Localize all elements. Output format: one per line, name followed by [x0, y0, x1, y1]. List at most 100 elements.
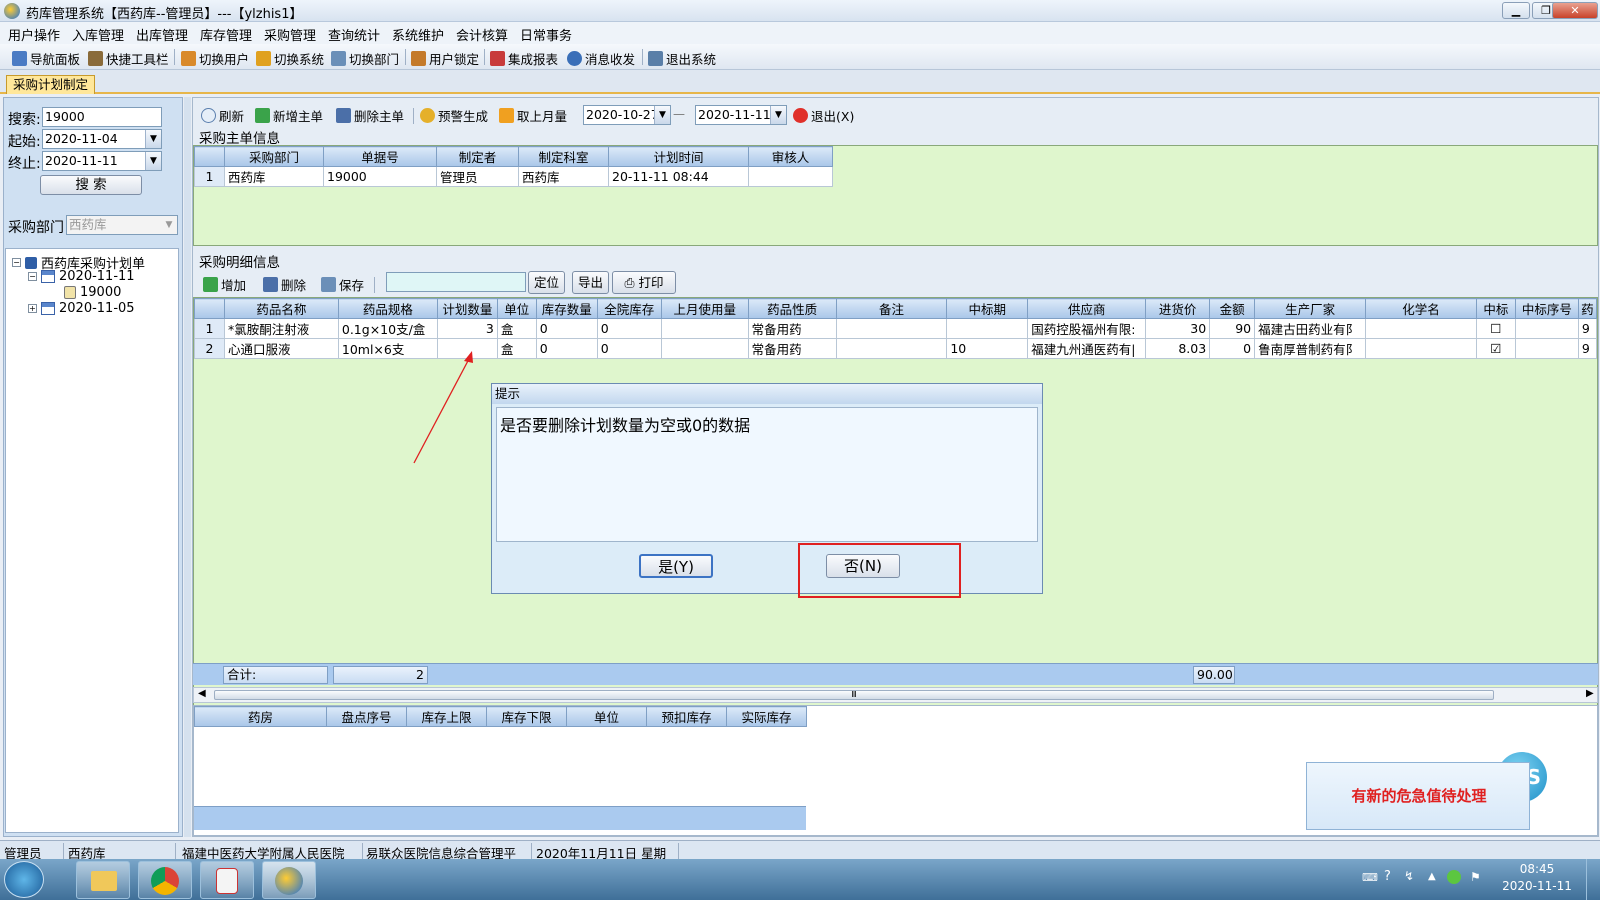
switch-user-button[interactable]: 切换用户: [181, 49, 249, 68]
switch-system-button[interactable]: 切换系统: [256, 49, 324, 68]
clock[interactable]: 08:45 2020-11-11: [1502, 861, 1572, 895]
explorer-taskbar-icon[interactable]: [76, 861, 130, 899]
exit-button[interactable]: 退出(X): [793, 106, 854, 125]
column-header[interactable]: 中标: [1475, 298, 1516, 319]
checkbox[interactable]: ☑: [1475, 338, 1516, 359]
column-header[interactable]: 计划数量: [436, 298, 498, 319]
add-row-button[interactable]: 增加: [203, 275, 246, 294]
network-icon[interactable]: ↯: [1404, 869, 1414, 883]
scroll-thumb[interactable]: Ⅲ: [214, 690, 1494, 700]
menu-outbound[interactable]: 出库管理: [136, 25, 188, 44]
column-header[interactable]: 计划时间: [608, 146, 749, 167]
warning-generate-button[interactable]: 预警生成: [420, 106, 488, 125]
table-row[interactable]: 1 *氯胺酮注射液 0.1g×10支/盒 3 盒 0 0 常备用药 国药控股福州…: [194, 318, 1597, 339]
yes-button[interactable]: 是(Y): [639, 554, 713, 578]
menu-accounting[interactable]: 会计核算: [456, 25, 508, 44]
table-row[interactable]: 1 西药库 19000 管理员 西药库 20-11-11 08:44: [194, 166, 833, 187]
date-to-picker[interactable]: 2020-11-11 ▼: [695, 105, 787, 125]
switch-dept-button[interactable]: 切换部门: [331, 49, 399, 68]
column-header[interactable]: 金额: [1209, 298, 1256, 319]
start-button[interactable]: [4, 861, 44, 898]
column-header[interactable]: 单位: [496, 298, 537, 319]
tree-node-doc[interactable]: 19000: [64, 285, 121, 300]
scroll-left-icon[interactable]: ◀: [198, 688, 206, 699]
column-header[interactable]: 库存上限: [406, 706, 487, 727]
show-hidden-icon[interactable]: ▲: [1428, 871, 1436, 882]
end-date-picker[interactable]: 2020-11-11 ▼: [42, 151, 162, 171]
menu-user-ops[interactable]: 用户操作: [8, 25, 60, 44]
menu-query[interactable]: 查询统计: [328, 25, 380, 44]
column-header[interactable]: 预扣库存: [646, 706, 727, 727]
column-header[interactable]: 实际库存: [726, 706, 807, 727]
tree-node-date[interactable]: +2020-11-05: [28, 301, 135, 316]
tree-node-date[interactable]: −2020-11-11: [28, 269, 135, 284]
search-button[interactable]: 搜 索: [40, 175, 142, 195]
menu-inbound[interactable]: 入库管理: [72, 25, 124, 44]
report-button[interactable]: 集成报表: [490, 49, 558, 68]
column-header[interactable]: 化学名: [1365, 298, 1477, 319]
search-input[interactable]: 19000: [42, 107, 162, 127]
column-header[interactable]: 制定科室: [518, 146, 609, 167]
delete-order-button[interactable]: 删除主单: [336, 106, 404, 125]
column-header[interactable]: 中标序号: [1514, 298, 1579, 319]
chrome-taskbar-icon[interactable]: [138, 861, 192, 899]
print-button[interactable]: ⎙ 打印: [612, 271, 676, 294]
refresh-button[interactable]: 刷新: [201, 106, 244, 125]
dept-select[interactable]: 西药库 ▼: [66, 215, 178, 235]
flag-icon[interactable]: ⚑: [1470, 870, 1481, 884]
scroll-right-icon[interactable]: ▶: [1586, 688, 1594, 699]
column-header[interactable]: 药品性质: [747, 298, 837, 319]
column-header[interactable]: 药品规格: [337, 298, 438, 319]
export-button[interactable]: 导出: [572, 271, 609, 294]
minimize-button[interactable]: ▁: [1502, 2, 1530, 19]
column-header[interactable]: 供应商: [1027, 298, 1147, 319]
column-header[interactable]: 生产厂家: [1254, 298, 1367, 319]
column-header[interactable]: 进货价: [1145, 298, 1211, 319]
menu-daily[interactable]: 日常事务: [520, 25, 572, 44]
pharmacy-app-taskbar-icon[interactable]: [262, 861, 316, 899]
message-button[interactable]: 消息收发: [567, 49, 635, 68]
exit-system-button[interactable]: 退出系统: [648, 49, 716, 68]
critical-value-notification[interactable]: 有新的危急值待处理: [1306, 762, 1530, 830]
tab-purchase-plan[interactable]: 采购计划制定: [6, 75, 96, 94]
user-lock-button[interactable]: 用户锁定: [411, 49, 479, 68]
help-icon[interactable]: ?: [1384, 869, 1391, 884]
collapse-icon[interactable]: −: [12, 258, 21, 267]
chevron-down-icon[interactable]: ▼: [145, 130, 161, 148]
column-header[interactable]: 上月使用量: [660, 298, 749, 319]
quick-toolbar-button[interactable]: 快捷工具栏: [88, 49, 169, 68]
panel-splitter[interactable]: [184, 97, 191, 837]
column-header[interactable]: 制定者: [436, 146, 519, 167]
nav-panel-button[interactable]: 导航面板: [12, 49, 80, 68]
column-header[interactable]: 采购部门: [224, 146, 324, 167]
column-header[interactable]: 库存下限: [486, 706, 567, 727]
last-month-button[interactable]: 取上月量: [499, 106, 567, 125]
show-desktop-button[interactable]: [1586, 859, 1600, 900]
horizontal-scrollbar[interactable]: ◀ Ⅲ ▶: [193, 687, 1598, 703]
column-header[interactable]: 备注: [835, 298, 948, 319]
column-header[interactable]: 全院库存: [596, 298, 662, 319]
collapse-icon[interactable]: −: [28, 272, 37, 281]
locate-input[interactable]: [386, 272, 526, 292]
chevron-down-icon[interactable]: ▼: [161, 216, 177, 234]
close-button[interactable]: ✕: [1552, 2, 1598, 19]
column-header[interactable]: 药: [1577, 298, 1597, 319]
date-from-picker[interactable]: 2020-10-27 ▼: [583, 105, 671, 125]
column-header[interactable]: 单据号: [323, 146, 437, 167]
checkbox[interactable]: ☐: [1475, 318, 1516, 339]
security-icon[interactable]: [1447, 870, 1461, 884]
start-date-picker[interactable]: 2020-11-04 ▼: [42, 129, 162, 149]
column-header[interactable]: 单位: [566, 706, 647, 727]
menu-system[interactable]: 系统维护: [392, 25, 444, 44]
column-header[interactable]: 药品名称: [223, 298, 339, 319]
locate-button[interactable]: 定位: [528, 271, 565, 294]
new-order-button[interactable]: 新增主单: [255, 106, 323, 125]
chevron-down-icon[interactable]: ▼: [654, 106, 670, 124]
column-header[interactable]: 库存数量: [535, 298, 598, 319]
column-header[interactable]: 审核人: [748, 146, 833, 167]
chevron-down-icon[interactable]: ▼: [770, 106, 786, 124]
chevron-down-icon[interactable]: ▼: [145, 152, 161, 170]
menu-purchase[interactable]: 采购管理: [264, 25, 316, 44]
medical-app-taskbar-icon[interactable]: [200, 861, 254, 899]
save-button[interactable]: 保存: [321, 275, 364, 294]
